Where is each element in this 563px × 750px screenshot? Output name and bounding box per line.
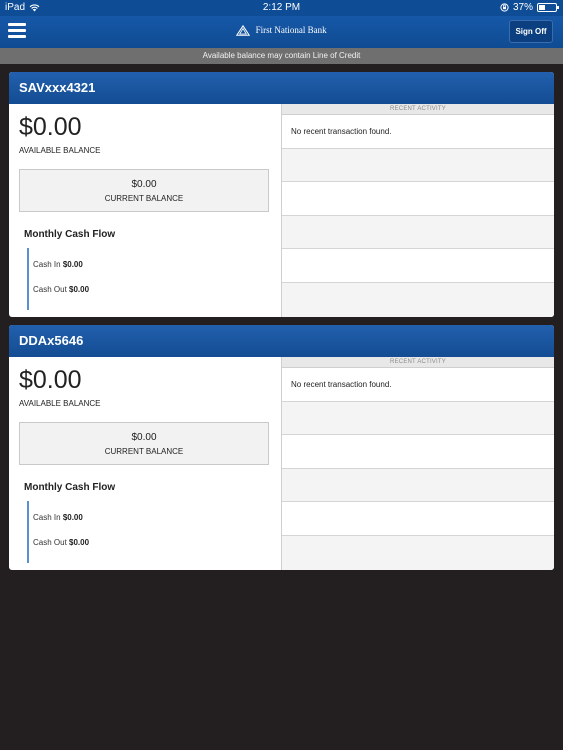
- triangle-logo-icon: [236, 25, 251, 37]
- current-balance-label: CURRENT BALANCE: [104, 194, 184, 203]
- cash-flow-bar: [27, 248, 29, 310]
- status-bar: iPad 2:12 PM 37%: [0, 0, 563, 16]
- available-balance-amount: $0.00: [19, 366, 82, 394]
- current-balance-box: $0.00 CURRENT BALANCE: [19, 422, 269, 465]
- list-item: [282, 401, 554, 436]
- list-item: [282, 215, 554, 250]
- clock: 2:12 PM: [262, 2, 301, 13]
- cash-out-row: Cash Out $0.00: [33, 285, 89, 294]
- list-item: [282, 502, 554, 536]
- list-item: No recent transaction found.: [282, 115, 554, 149]
- current-balance-amount: $0.00: [131, 179, 157, 190]
- account-name[interactable]: DDAx5646: [9, 325, 554, 357]
- rotation-lock-icon: [500, 3, 509, 12]
- available-balance-label: AVAILABLE BALANCE: [19, 399, 101, 408]
- cash-in-value: $0.00: [62, 513, 83, 522]
- account-card: SAVxxx4321 $0.00 AVAILABLE BALANCE $0.00…: [9, 72, 554, 317]
- cash-in-row: Cash In $0.00: [33, 513, 83, 522]
- cash-out-value: $0.00: [69, 285, 90, 294]
- monthly-cash-flow-title: Monthly Cash Flow: [24, 482, 116, 493]
- cash-in-value: $0.00: [62, 260, 83, 269]
- available-balance-label: AVAILABLE BALANCE: [19, 146, 101, 155]
- list-item: [282, 148, 554, 183]
- cash-flow-bar: [27, 501, 29, 563]
- brand: First National Bank: [0, 25, 563, 37]
- balance-panel: $0.00 AVAILABLE BALANCE $0.00 CURRENT BA…: [9, 104, 282, 317]
- list-item: [282, 468, 554, 503]
- list-item: No recent transaction found.: [282, 368, 554, 402]
- battery-icon: [537, 3, 559, 12]
- account-name[interactable]: SAVxxx4321: [9, 72, 554, 104]
- cash-in-label: Cash In: [33, 513, 61, 522]
- list-item: [282, 249, 554, 283]
- current-balance-box: $0.00 CURRENT BALANCE: [19, 169, 269, 212]
- list-item: [282, 535, 554, 570]
- recent-activity-panel: RECENT ACTIVITY No recent transaction fo…: [282, 357, 554, 570]
- account-card: DDAx5646 $0.00 AVAILABLE BALANCE $0.00 C…: [9, 325, 554, 570]
- available-balance-amount: $0.00: [19, 113, 82, 141]
- cash-out-label: Cash Out: [33, 538, 67, 547]
- list-item: [282, 182, 554, 216]
- sign-off-button[interactable]: Sign Off: [509, 20, 553, 43]
- recent-activity-header: RECENT ACTIVITY: [282, 357, 554, 368]
- current-balance-label: CURRENT BALANCE: [104, 447, 184, 456]
- list-item: [282, 282, 554, 317]
- balance-panel: $0.00 AVAILABLE BALANCE $0.00 CURRENT BA…: [9, 357, 282, 570]
- current-balance-amount: $0.00: [131, 432, 157, 443]
- recent-activity-panel: RECENT ACTIVITY No recent transaction fo…: [282, 104, 554, 317]
- recent-activity-header: RECENT ACTIVITY: [282, 104, 554, 115]
- cash-in-row: Cash In $0.00: [33, 260, 83, 269]
- list-item: [282, 435, 554, 469]
- line-of-credit-notice: Available balance may contain Line of Cr…: [0, 48, 563, 64]
- cash-in-label: Cash In: [33, 260, 61, 269]
- battery-percent: 37%: [512, 2, 533, 13]
- cash-out-row: Cash Out $0.00: [33, 538, 89, 547]
- nav-bar: First National Bank Sign Off: [0, 16, 563, 48]
- cash-out-value: $0.00: [69, 538, 90, 547]
- cash-out-label: Cash Out: [33, 285, 67, 294]
- monthly-cash-flow-title: Monthly Cash Flow: [24, 229, 116, 240]
- brand-name: First National Bank: [255, 25, 327, 35]
